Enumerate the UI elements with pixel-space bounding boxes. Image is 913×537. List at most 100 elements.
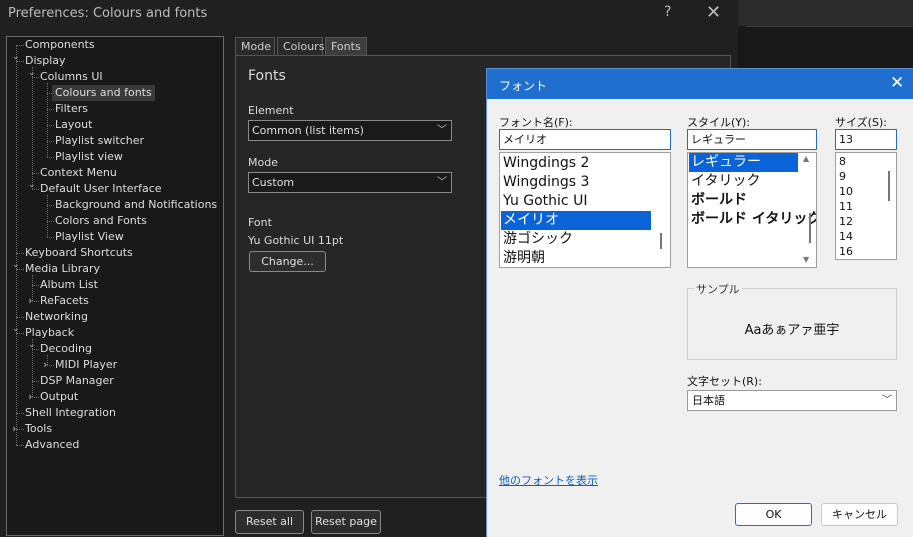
chevron-down-icon[interactable]: ⌄ [12,321,20,337]
chevron-down-icon: ﹀ [437,177,447,188]
strip-bar [738,0,913,26]
tree-item[interactable]: MIDI Player [55,357,117,373]
tree-branch-line [47,221,54,222]
chevron-right-icon[interactable]: › [12,421,20,437]
tree-item[interactable]: Playlist switcher [55,133,144,149]
tree-item[interactable]: Colours and fonts [52,85,155,101]
tree-item[interactable]: Colors and Fonts [55,213,147,229]
tree-item[interactable]: Keyboard Shortcuts [25,245,133,261]
tree-item[interactable]: Networking [25,309,88,325]
chevron-right-icon[interactable]: › [28,389,36,405]
reset-page-button[interactable]: Reset page [311,510,381,534]
tree-item[interactable]: Decoding [40,341,92,357]
more-fonts-link[interactable]: 他のフォントを表示 [499,472,598,488]
scrollbar-thumb[interactable] [809,213,811,243]
mode-select[interactable]: Custom ﹀ [248,172,452,193]
element-select[interactable]: Common (list items) ﹀ [248,120,452,141]
charset-value: 日本語 [692,394,725,407]
list-item[interactable]: 游明朝 [501,249,651,267]
chevron-down-icon[interactable]: ⌄ [12,257,20,273]
strip-line [746,26,913,27]
tree-branch-line [32,381,39,382]
tree-branch-line [16,445,24,446]
chevron-right-icon[interactable]: › [43,357,51,373]
tree-item[interactable]: Background and Notifications [55,197,217,213]
element-label: Element [248,104,294,117]
tree-item[interactable]: Filters [55,101,88,117]
chevron-down-icon[interactable]: ⌄ [28,337,36,353]
cancel-button[interactable]: キャンセル [821,503,898,526]
scroll-up-icon[interactable]: ▲ [803,154,809,163]
list-item[interactable]: Wingdings 3 [501,173,651,192]
tree-item[interactable]: Advanced [25,437,79,453]
tree-guide-line [16,45,17,445]
sample-box: サンプル Aaあぁアァ亜宇 [687,281,897,360]
list-item[interactable]: 9 [837,169,881,184]
list-item[interactable]: レギュラー [689,153,798,172]
tree-item[interactable]: Tools [25,421,52,437]
tree-item[interactable]: Media Library [25,261,100,277]
list-item[interactable]: メイリオ [501,211,651,230]
font-name-label: フォント名(F): [499,116,573,129]
chevron-down-icon[interactable]: ⌄ [12,49,20,65]
style-label: スタイル(Y): [687,116,751,129]
tree-item[interactable]: Output [40,389,78,405]
mode-label: Mode [248,156,278,169]
tab-mode[interactable]: Mode [235,37,275,56]
list-item[interactable]: 10 [837,184,881,199]
list-item[interactable]: 游ゴシック [501,230,651,249]
help-button[interactable]: ? [664,4,671,20]
tree-item[interactable]: Playlist View [55,229,124,245]
list-item[interactable]: 16 [837,244,881,259]
tree-item[interactable]: Playlist view [55,149,123,165]
tree-item[interactable]: Album List [40,277,98,293]
tree-item[interactable]: Components [25,37,95,53]
close-icon[interactable]: ✕ [706,2,721,23]
style-list[interactable]: レギュラー イタリック ボールド ボールド イタリック ▲ ▼ [687,152,817,268]
font-name-input[interactable]: メイリオ [499,129,671,150]
tab-fonts[interactable]: Fonts [325,37,367,56]
list-item[interactable]: ボールド イタリック [689,210,816,229]
change-font-button[interactable]: Change... [249,251,326,272]
tab-colours[interactable]: Colours [277,37,324,56]
chevron-right-icon[interactable]: › [28,293,36,309]
scrollbar-thumb[interactable] [888,171,890,201]
font-dialog-titlebar: フォント ✕ [487,69,913,99]
list-item[interactable]: 11 [837,199,881,214]
list-item[interactable]: 14 [837,229,881,244]
sample-text: Aaあぁアァ亜宇 [744,323,840,338]
tree-item[interactable]: DSP Manager [40,373,114,389]
list-item[interactable]: ボールド [689,191,798,210]
scrollbar-thumb[interactable] [660,233,662,249]
tree-guide-line [47,83,48,157]
style-input[interactable]: レギュラー [687,129,817,150]
tree-item[interactable]: Layout [55,117,92,133]
tree-item[interactable]: ReFacets [40,293,89,309]
size-list[interactable]: 8 9 10 11 12 14 16 [835,152,897,260]
close-icon[interactable]: ✕ [890,73,904,93]
tree-branch-line [47,237,54,238]
reset-all-button[interactable]: Reset all [235,510,304,534]
font-dialog: フォント ✕ フォント名(F): メイリオ Wingdings 2 Wingdin… [486,68,913,537]
list-item[interactable]: Yu Gothic UI [501,192,651,211]
tree-branch-line [47,205,54,206]
tree-item[interactable]: Columns UI [40,69,103,85]
list-item[interactable]: 8 [837,154,881,169]
chevron-down-icon: ﹀ [437,125,447,136]
tree-branch-line [32,173,39,174]
charset-select[interactable]: 日本語 ﹀ [687,390,897,411]
chevron-down-icon[interactable]: ⌄ [28,65,36,81]
scroll-down-icon[interactable]: ▼ [803,255,809,264]
size-input[interactable]: 13 [835,129,897,150]
tree-item[interactable]: Context Menu [40,165,117,181]
ok-button[interactable]: OK [735,503,812,526]
panel-heading: Fonts [248,68,286,84]
preferences-tree[interactable]: Components ⌄ Display ⌄ Columns UI Colours and… [6,36,224,536]
chevron-down-icon[interactable]: ⌄ [28,177,36,193]
list-item[interactable]: 12 [837,214,881,229]
font-name-list[interactable]: Wingdings 2 Wingdings 3 Yu Gothic UI メイリオ 游ゴ… [499,152,671,268]
tree-item[interactable]: Shell Integration [25,405,116,421]
list-item[interactable]: イタリック [689,172,798,191]
tree-item[interactable]: Default User Interface [40,181,162,197]
list-item[interactable]: Wingdings 2 [501,154,651,173]
